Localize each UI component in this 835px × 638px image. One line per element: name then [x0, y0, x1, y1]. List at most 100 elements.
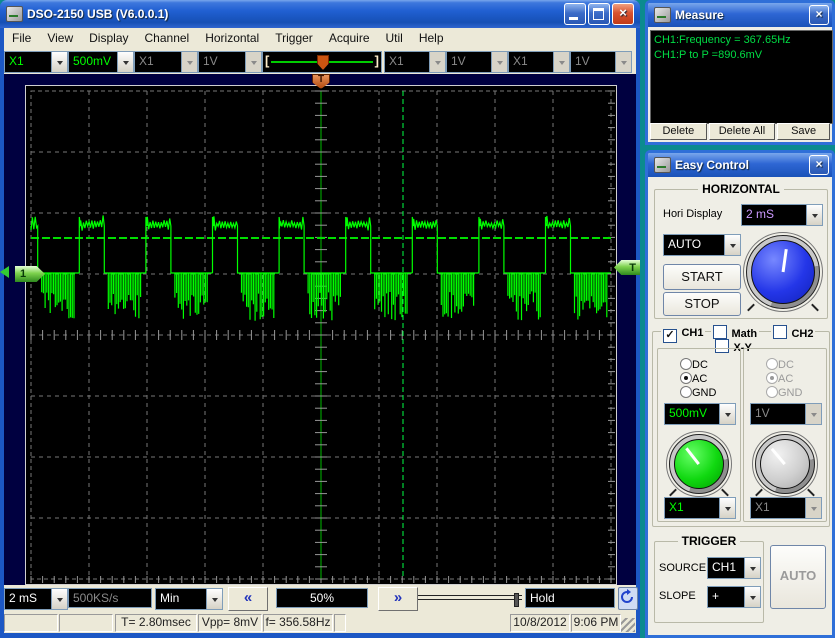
- easy-control-titlebar[interactable]: Easy Control ×: [648, 153, 832, 177]
- trigger-slope-label: SLOPE: [659, 590, 696, 602]
- ch2-dc-label: DC: [778, 359, 794, 371]
- measure-readout: CH1:Frequency = 367.65Hz: [654, 34, 791, 46]
- save-button[interactable]: Save: [777, 123, 830, 140]
- app-icon: [654, 7, 671, 23]
- delete-button[interactable]: Delete: [650, 123, 707, 140]
- easy-control-title: Easy Control: [675, 158, 750, 172]
- chevron-down-icon: [245, 52, 261, 72]
- slider-handle[interactable]: [317, 55, 329, 70]
- chevron-down-icon[interactable]: [117, 52, 133, 72]
- status-empty-cell: [4, 614, 58, 632]
- delete-all-button[interactable]: Delete All: [708, 123, 776, 140]
- maximize-button[interactable]: [588, 3, 610, 25]
- chevron-down-icon[interactable]: [719, 404, 735, 424]
- ch1-ac-label: AC: [692, 373, 708, 385]
- chevron-down-icon: [553, 52, 569, 72]
- menu-item-horizontal[interactable]: Horizontal: [197, 30, 267, 46]
- slider-right-bracket: ]: [374, 53, 379, 68]
- ch1-checkbox[interactable]: ✓ CH1: [661, 325, 706, 343]
- minimize-button[interactable]: [564, 3, 586, 25]
- menu-item-channel[interactable]: Channel: [137, 30, 198, 46]
- easy-control-window: Easy Control × HORIZONTAL Hori Display 2…: [645, 150, 835, 638]
- trigger-position-slider[interactable]: [ ]: [262, 51, 382, 73]
- page-right-button[interactable]: »: [378, 587, 418, 611]
- window-title: DSO-2150 USB (V6.0.0.1): [27, 7, 169, 21]
- acquire-mode-combo[interactable]: Min: [155, 588, 223, 610]
- ch1-probe-toolbar-combo[interactable]: X1: [4, 51, 68, 73]
- scroll-left-arrow-icon[interactable]: [0, 266, 9, 278]
- chevron-down-icon[interactable]: [724, 235, 740, 255]
- hori-timebase-combo[interactable]: 2 mS: [741, 204, 823, 226]
- checkbox-unchecked-icon[interactable]: [713, 325, 727, 339]
- trigger-group-label: TRIGGER: [677, 534, 741, 548]
- menu-item-acquire[interactable]: Acquire: [321, 30, 378, 46]
- ch2-checkbox[interactable]: CH2: [771, 325, 816, 344]
- ch3-probe-toolbar-combo: X1: [384, 51, 446, 73]
- buffer-slider[interactable]: [418, 593, 522, 607]
- trigger-level-marker[interactable]: T: [614, 260, 640, 275]
- scope-screen[interactable]: [25, 85, 617, 585]
- ch2-ac-label: AC: [778, 373, 794, 385]
- app-icon: [6, 6, 23, 22]
- easy-control-close-button[interactable]: ×: [809, 155, 829, 175]
- start-button[interactable]: START: [663, 264, 741, 290]
- refresh-icon: [621, 589, 633, 603]
- ch2-gnd-label: GND: [778, 387, 803, 399]
- chevron-down-icon[interactable]: [719, 498, 735, 518]
- ch1-dc-label: DC: [692, 359, 708, 371]
- checkbox-checked-icon[interactable]: ✓: [663, 329, 677, 343]
- status-empty-cell: [59, 614, 113, 632]
- buffer-slider-thumb[interactable]: [514, 593, 519, 607]
- trigger-mode-combo[interactable]: AUTO: [663, 234, 741, 256]
- ch2-gnd-radio: GND: [766, 385, 802, 403]
- chevron-down-icon[interactable]: [806, 205, 822, 225]
- ch2-knob: [752, 431, 818, 497]
- measure-titlebar[interactable]: Measure ×: [648, 3, 832, 27]
- waveform-plot: [30, 90, 615, 583]
- scope-area: T 1 T: [4, 74, 640, 585]
- menu-item-view[interactable]: View: [39, 30, 81, 46]
- ch1-gnd-label: GND: [692, 387, 717, 399]
- resize-grip[interactable]: [621, 618, 635, 632]
- ch1-gnd-radio[interactable]: GND: [680, 385, 716, 403]
- chevron-down-icon[interactable]: [744, 558, 760, 578]
- page-left-button[interactable]: «: [228, 587, 268, 611]
- chevron-down-icon[interactable]: [744, 587, 760, 607]
- horizontal-group: HORIZONTAL Hori Display 2 mS AUTO START …: [654, 182, 828, 319]
- stop-button[interactable]: STOP: [663, 292, 741, 316]
- ch4-probe-toolbar-combo: X1: [508, 51, 570, 73]
- refresh-button[interactable]: [618, 587, 638, 610]
- ch1-volt-combo[interactable]: 500mV: [664, 403, 736, 425]
- ch1-knob[interactable]: [666, 431, 732, 497]
- main-titlebar[interactable]: DSO-2150 USB (V6.0.0.1) ×: [0, 0, 640, 28]
- status-date-cell: 10/8/2012: [510, 614, 570, 632]
- chevron-down-icon[interactable]: [206, 589, 222, 609]
- measure-close-button[interactable]: ×: [809, 5, 829, 25]
- bottom-control-bar: 2 mS 500KS/s Min « 50% » Hold: [4, 585, 638, 612]
- ch3-volt-toolbar-combo: 1V: [446, 51, 508, 73]
- desktop: { "glyphs": {"close":"×","check":"✓","pr…: [0, 0, 835, 638]
- app-icon: [654, 157, 671, 173]
- trigger-source-combo[interactable]: CH1: [707, 557, 761, 579]
- trigger-slope-combo[interactable]: +: [707, 586, 761, 608]
- menu-item-file[interactable]: File: [4, 30, 39, 46]
- ch1-subgroup: DC AC GND 500mV X1: [657, 348, 741, 522]
- ch1-volt-toolbar-combo[interactable]: 500mV: [68, 51, 134, 73]
- main-window: DSO-2150 USB (V6.0.0.1) × File View Disp…: [0, 0, 640, 638]
- chevron-down-icon: [615, 52, 631, 72]
- menu-item-display[interactable]: Display: [81, 30, 136, 46]
- ch1-probe-combo[interactable]: X1: [664, 497, 736, 519]
- menu-item-help[interactable]: Help: [411, 30, 452, 46]
- checkbox-unchecked-icon[interactable]: [773, 325, 787, 339]
- measure-readout: CH1:P to P =890.6mV: [654, 49, 763, 61]
- menu-item-trigger[interactable]: Trigger: [267, 30, 321, 46]
- timebase-combo[interactable]: 2 mS: [4, 588, 68, 610]
- horizontal-knob[interactable]: [743, 232, 823, 312]
- chevron-down-icon[interactable]: [51, 52, 67, 72]
- status-freq-cell: f= 356.58Hz: [263, 614, 333, 632]
- chevron-down-icon[interactable]: [51, 589, 67, 609]
- horizontal-group-label: HORIZONTAL: [698, 182, 784, 196]
- menu-item-util[interactable]: Util: [378, 30, 411, 46]
- ch4-volt-toolbar-combo: 1V: [570, 51, 632, 73]
- close-button[interactable]: ×: [612, 3, 634, 25]
